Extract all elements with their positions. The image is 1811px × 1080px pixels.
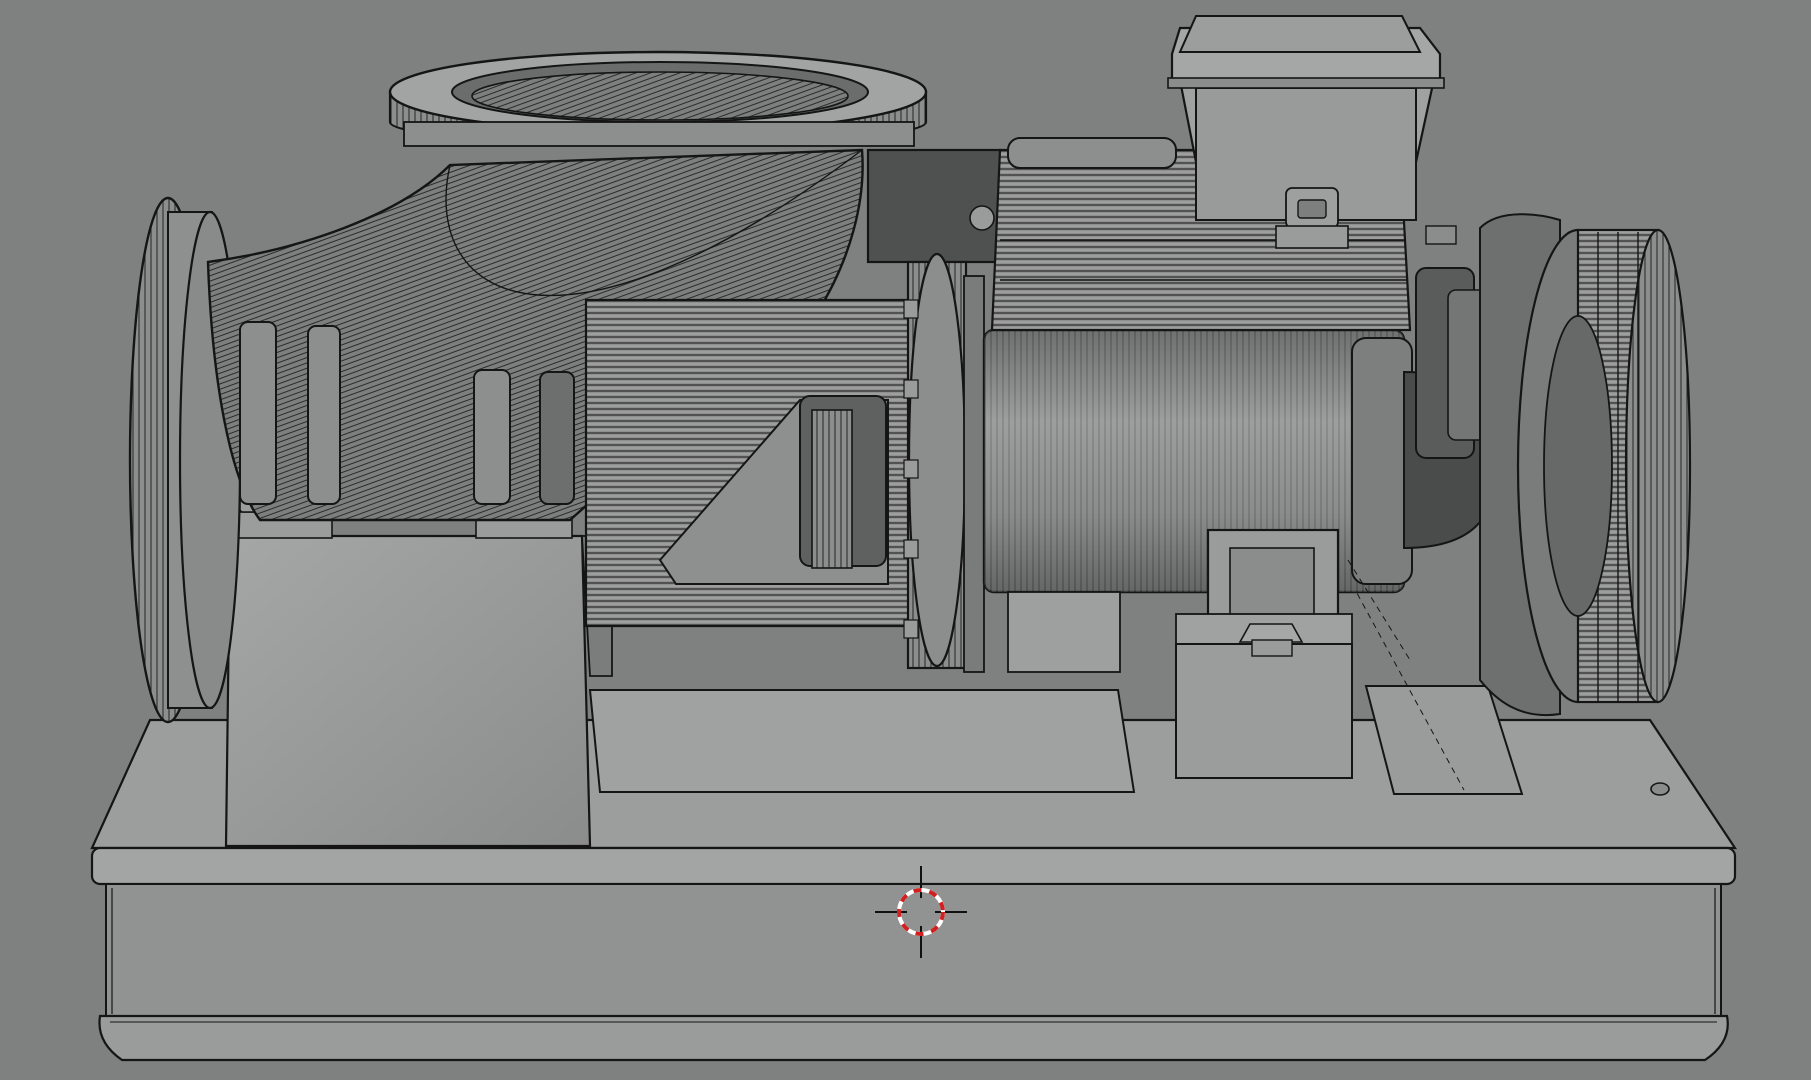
3d-viewport[interactable] (0, 0, 1811, 1080)
pump-support-block[interactable] (224, 495, 613, 848)
outlet-flange[interactable] (388, 50, 928, 147)
pump-motor-model[interactable] (0, 0, 1811, 1080)
pump-casing[interactable] (584, 298, 912, 628)
pulley-wheel[interactable] (1479, 213, 1692, 717)
junction-box[interactable] (1167, 15, 1457, 249)
